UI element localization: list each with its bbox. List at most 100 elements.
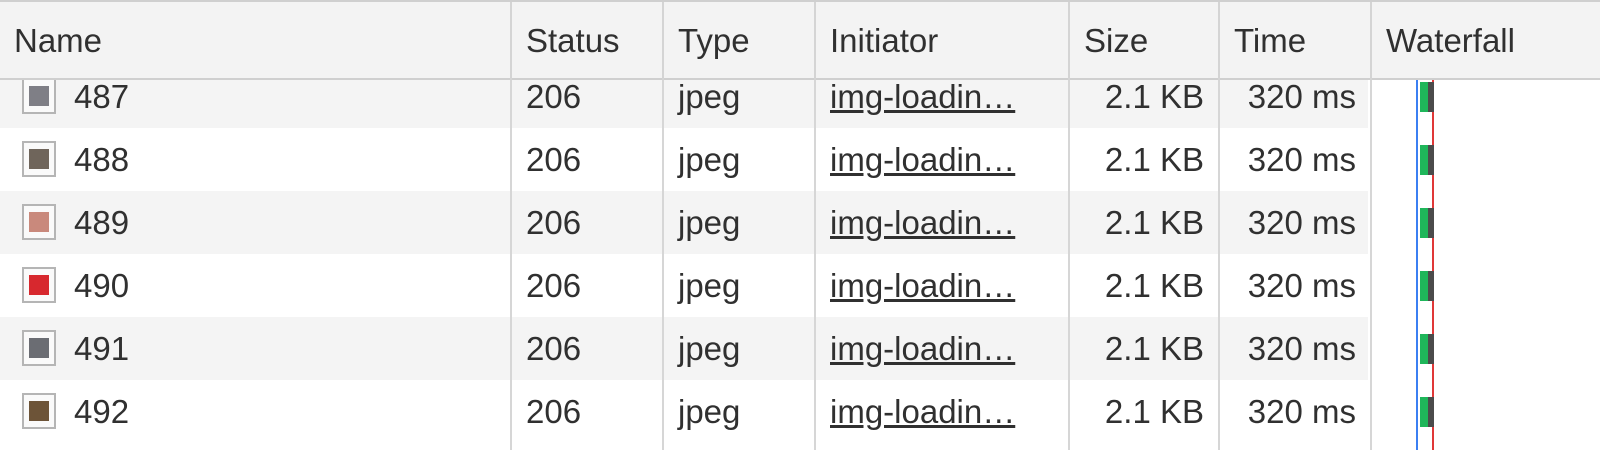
name-cell[interactable]: 489: [0, 191, 510, 254]
size-cell: 2.1 KB: [1104, 80, 1204, 115]
waterfall-timing-bar[interactable]: [1420, 145, 1434, 175]
column-header-time[interactable]: Time: [1220, 2, 1372, 80]
initiator-cell: img-loadin…: [816, 80, 1068, 128]
status-cell: 206: [526, 141, 582, 178]
status-cell: 206: [526, 330, 582, 367]
waiting-segment: [1420, 82, 1428, 112]
initiator-link[interactable]: img-loadin…: [830, 80, 1015, 115]
name-cell[interactable]: 491: [0, 317, 510, 380]
initiator-cell: img-loadin…: [816, 128, 1068, 191]
initiator-cell: img-loadin…: [816, 254, 1068, 317]
request-row[interactable]: 488 206 jpeg img-loadin… 2.1 KB 320 ms: [0, 128, 1368, 191]
image-thumbnail-icon: [22, 393, 56, 429]
download-segment: [1428, 208, 1434, 238]
initiator-cell: img-loadin…: [816, 191, 1068, 254]
initiator-link[interactable]: img-loadin…: [830, 204, 1015, 241]
time-cell: 320 ms: [1247, 204, 1356, 241]
status-cell: 206: [526, 80, 582, 115]
time-cell: 320 ms: [1247, 393, 1356, 430]
waterfall-timing-bar[interactable]: [1420, 208, 1434, 238]
time-cell: 320 ms: [1247, 80, 1356, 115]
column-divider: [1218, 80, 1220, 450]
request-name: 492: [74, 393, 130, 430]
image-thumbnail-icon: [22, 204, 56, 240]
type-cell: jpeg: [678, 141, 741, 178]
thumbnail-image: [29, 401, 49, 421]
download-segment: [1428, 82, 1434, 112]
waterfall-timing-bar[interactable]: [1420, 82, 1434, 112]
size-cell: 2.1 KB: [1104, 330, 1204, 367]
column-divider: [814, 80, 816, 450]
image-thumbnail-icon: [22, 141, 56, 177]
request-name: 487: [74, 80, 130, 115]
request-row[interactable]: 492 206 jpeg img-loadin… 2.1 KB 320 ms: [0, 380, 1368, 443]
thumbnail-image: [29, 149, 49, 169]
name-cell[interactable]: 488: [0, 128, 510, 191]
thumbnail-image: [29, 338, 49, 358]
type-cell: jpeg: [678, 393, 741, 430]
size-cell: 2.1 KB: [1104, 393, 1204, 430]
time-cell: 320 ms: [1247, 267, 1356, 304]
column-header-waterfall[interactable]: Waterfall: [1372, 2, 1600, 80]
thumbnail-image: [29, 212, 49, 232]
image-thumbnail-icon: [22, 330, 56, 366]
column-header-size[interactable]: Size: [1070, 2, 1220, 80]
column-header-type[interactable]: Type: [664, 2, 816, 80]
waiting-segment: [1420, 397, 1428, 427]
waterfall-timing-bar[interactable]: [1420, 271, 1434, 301]
column-divider: [662, 80, 664, 450]
waiting-segment: [1420, 271, 1428, 301]
download-segment: [1428, 271, 1434, 301]
initiator-cell: img-loadin…: [816, 380, 1068, 443]
dom-content-loaded-line: [1416, 80, 1418, 450]
initiator-link[interactable]: img-loadin…: [830, 393, 1015, 430]
image-thumbnail-icon: [22, 267, 56, 303]
thumbnail-image: [29, 86, 49, 106]
waiting-segment: [1420, 145, 1428, 175]
initiator-cell: img-loadin…: [816, 317, 1068, 380]
status-cell: 206: [526, 267, 582, 304]
request-name: 490: [74, 267, 130, 304]
column-divider: [1068, 80, 1070, 450]
column-divider: [510, 80, 512, 450]
waterfall-column: [1372, 80, 1600, 450]
type-cell: jpeg: [678, 330, 741, 367]
request-name: 488: [74, 141, 130, 178]
status-cell: 206: [526, 204, 582, 241]
request-row[interactable]: 489 206 jpeg img-loadin… 2.1 KB 320 ms: [0, 191, 1368, 254]
size-cell: 2.1 KB: [1104, 141, 1204, 178]
time-cell: 320 ms: [1247, 141, 1356, 178]
image-thumbnail-icon: [22, 80, 56, 114]
request-row[interactable]: 491 206 jpeg img-loadin… 2.1 KB 320 ms: [0, 317, 1368, 380]
waterfall-timing-bar[interactable]: [1420, 334, 1434, 364]
waiting-segment: [1420, 208, 1428, 238]
name-cell[interactable]: 490: [0, 254, 510, 317]
thumbnail-image: [29, 275, 49, 295]
initiator-link[interactable]: img-loadin…: [830, 330, 1015, 367]
request-row[interactable]: 487 206 jpeg img-loadin… 2.1 KB 320 ms: [0, 80, 1368, 128]
type-cell: jpeg: [678, 204, 741, 241]
size-cell: 2.1 KB: [1104, 204, 1204, 241]
initiator-link[interactable]: img-loadin…: [830, 267, 1015, 304]
initiator-link[interactable]: img-loadin…: [830, 141, 1015, 178]
column-header-status[interactable]: Status: [512, 2, 664, 80]
type-cell: jpeg: [678, 267, 741, 304]
request-list: 487 206 jpeg img-loadin… 2.1 KB 320 ms 488 206 j…: [0, 80, 1600, 450]
name-cell[interactable]: 487: [0, 80, 510, 128]
download-segment: [1428, 145, 1434, 175]
download-segment: [1428, 397, 1434, 427]
column-header-name[interactable]: Name: [0, 2, 512, 80]
type-cell: jpeg: [678, 80, 741, 115]
load-event-line: [1432, 80, 1434, 450]
request-name: 491: [74, 330, 130, 367]
waterfall-timing-bar[interactable]: [1420, 397, 1434, 427]
request-name: 489: [74, 204, 130, 241]
column-header-initiator[interactable]: Initiator: [816, 2, 1070, 80]
request-row[interactable]: 490 206 jpeg img-loadin… 2.1 KB 320 ms: [0, 254, 1368, 317]
name-cell[interactable]: 492: [0, 380, 510, 443]
download-segment: [1428, 334, 1434, 364]
time-cell: 320 ms: [1247, 330, 1356, 367]
status-cell: 206: [526, 393, 582, 430]
size-cell: 2.1 KB: [1104, 267, 1204, 304]
waiting-segment: [1420, 334, 1428, 364]
